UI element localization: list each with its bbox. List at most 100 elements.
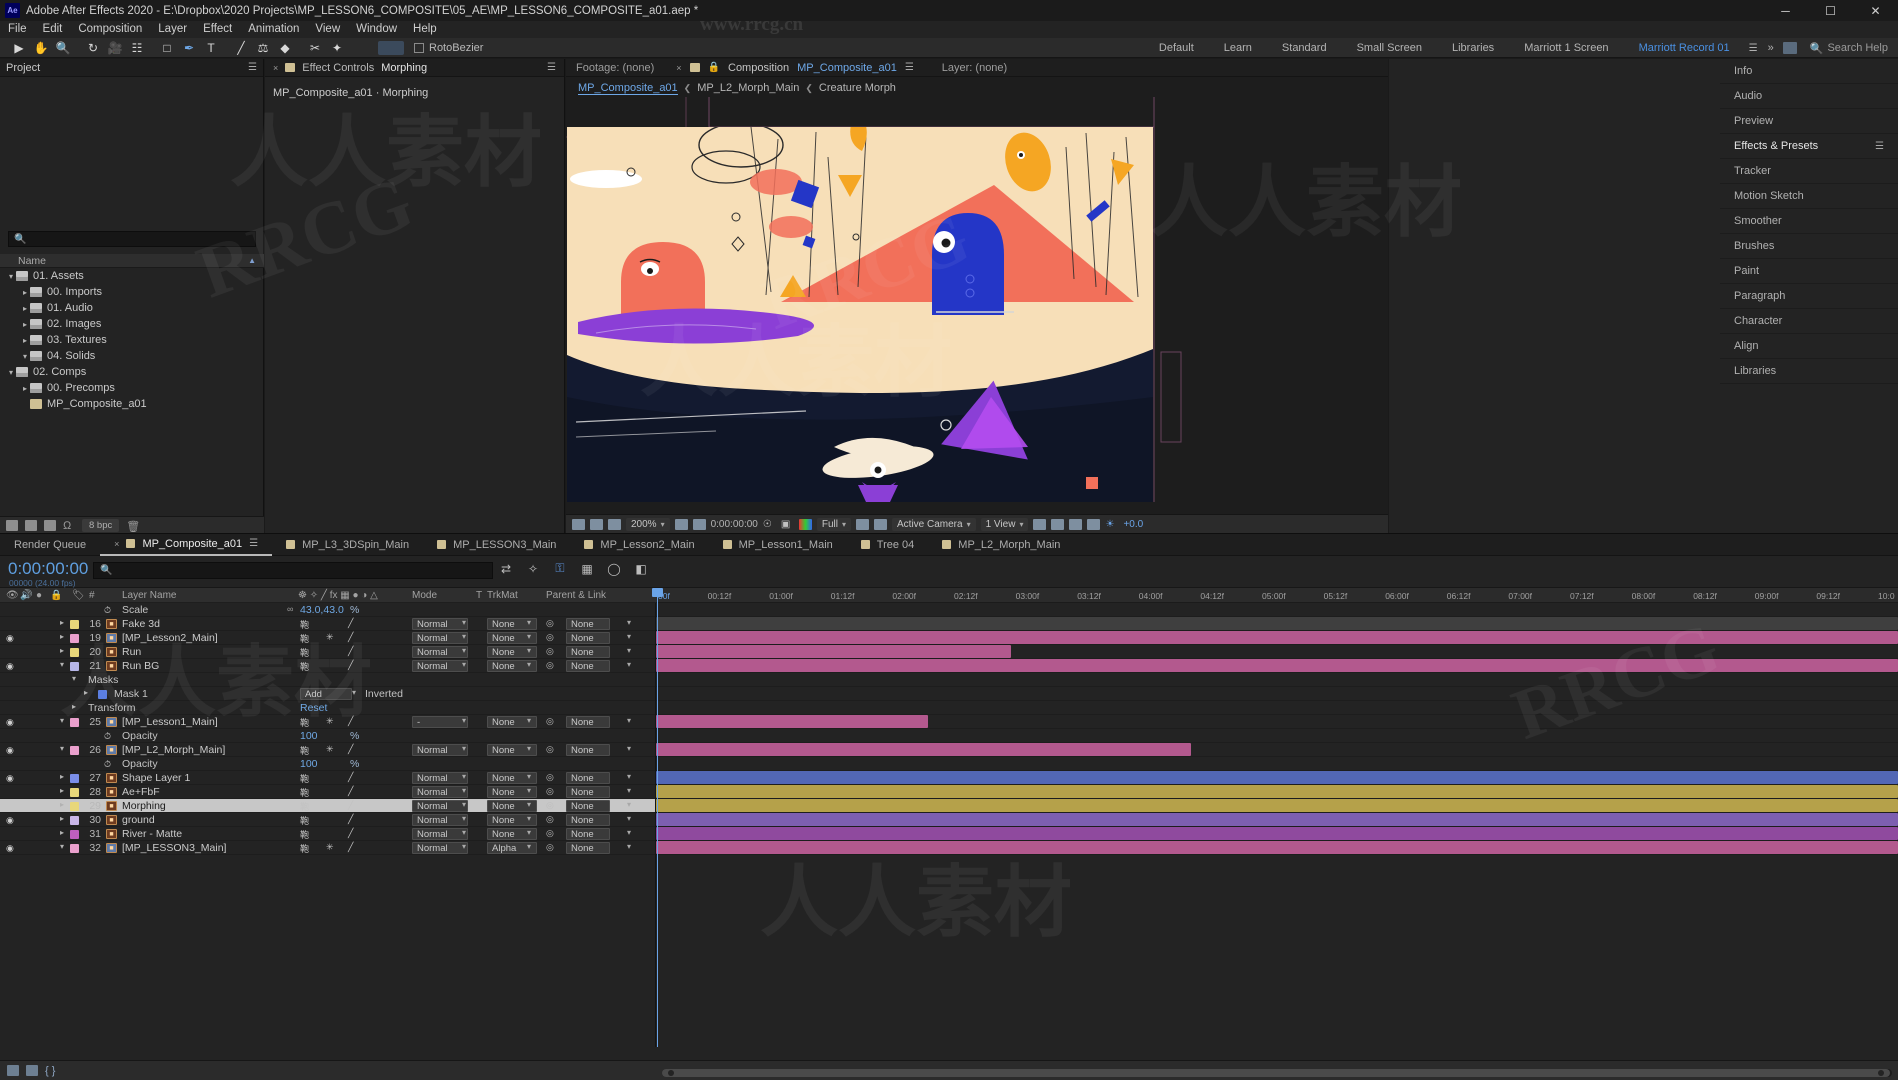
layer-tab-label[interactable]: Layer: (none) xyxy=(942,62,1007,74)
track-row[interactable] xyxy=(656,603,1898,617)
twirly-closed-icon[interactable]: ▸ xyxy=(20,384,30,393)
pen-tool-icon[interactable]: ✒ xyxy=(178,39,200,57)
puppet-tool-icon[interactable]: ✦ xyxy=(326,39,348,57)
property-row[interactable]: ⏱ Opacity 100% xyxy=(0,729,655,743)
breadcrumb-item-2[interactable]: Creature Morph xyxy=(819,82,896,94)
property-value[interactable]: 100 xyxy=(300,758,318,770)
layer-mode-select[interactable]: Normal xyxy=(412,772,468,784)
twirly-closed-icon[interactable]: ▸ xyxy=(60,772,64,781)
timeline-track-area[interactable] xyxy=(656,603,1898,1047)
pan-behind-tool-icon[interactable]: ☷ xyxy=(126,39,148,57)
channel-icon[interactable] xyxy=(798,518,812,530)
panel-menu-icon[interactable]: ☰ xyxy=(905,62,914,73)
project-item[interactable]: MP_Composite_a01 xyxy=(0,396,264,412)
project-item[interactable]: ▸ 02. Images xyxy=(0,316,264,332)
track-row[interactable] xyxy=(656,617,1898,631)
right-panel-paragraph[interactable]: Paragraph xyxy=(1720,284,1898,309)
track-row[interactable] xyxy=(656,827,1898,841)
parent-select[interactable]: None xyxy=(566,646,610,658)
parent-select[interactable]: None xyxy=(566,828,610,840)
fast-previews-icon[interactable] xyxy=(1051,518,1065,530)
table-row[interactable]: ◉ ▸ 30 ■ ground 鞄 ╱ Normal ▾ None ▾ ◎ None ▾ xyxy=(0,813,655,827)
timeline-tab-mp-composite-a01[interactable]: × MP_Composite_a01 ☰ xyxy=(100,534,273,556)
workspace-standard[interactable]: Standard xyxy=(1267,42,1342,54)
toggle-view-masks-icon[interactable] xyxy=(608,518,621,530)
twirly-closed-icon[interactable]: ▸ xyxy=(60,786,64,795)
property-value[interactable]: 43.0,43.0 xyxy=(300,604,344,616)
parent-select[interactable]: None xyxy=(566,800,610,812)
toggle-transparency-grid-icon[interactable] xyxy=(590,518,603,530)
region-of-interest-icon[interactable] xyxy=(674,518,688,530)
bit-depth-label[interactable]: 8 bpc xyxy=(82,518,120,532)
right-panel-libraries[interactable]: Libraries xyxy=(1720,359,1898,384)
menu-item-animation[interactable]: Animation xyxy=(240,21,307,38)
panel-menu-icon[interactable]: ☰ xyxy=(249,538,258,549)
twirly-closed-icon[interactable]: ▸ xyxy=(60,814,64,823)
footage-tab-label[interactable]: Footage: (none) xyxy=(576,62,654,74)
table-row[interactable]: ▸ 31 ■ River - Matte 鞄 ╱ Normal ▾ None ▾ ◎ None ▾ xyxy=(0,827,655,841)
track-row[interactable] xyxy=(656,701,1898,715)
panel-menu-icon[interactable]: ☰ xyxy=(1875,141,1884,152)
table-row[interactable]: ◉ ▾ 25 ■ [MP_Lesson1_Main] 鞄 ✳ ╱ - ▾ None ▾ ◎ None ▾ xyxy=(0,715,655,729)
parent-select[interactable]: None xyxy=(566,842,610,854)
eraser-tool-icon[interactable]: ◆ xyxy=(274,39,296,57)
twirly-closed-icon[interactable]: ▸ xyxy=(60,646,64,655)
mask-mode-select[interactable]: Add xyxy=(300,688,352,700)
toggle-mask-icon[interactable] xyxy=(572,518,585,530)
layer-mode-select[interactable]: Normal xyxy=(412,842,468,854)
menu-item-help[interactable]: Help xyxy=(405,21,445,38)
track-row[interactable] xyxy=(656,771,1898,785)
twirly-closed-icon[interactable]: ▸ xyxy=(20,336,30,345)
resolution-select[interactable]: Full xyxy=(816,517,851,531)
snapshot-icon[interactable]: ☉ xyxy=(763,519,776,530)
playhead-handle[interactable] xyxy=(652,588,663,597)
scrollbar-grip-right[interactable] xyxy=(1878,1070,1884,1076)
panel-menu-icon[interactable]: ☰ xyxy=(547,62,556,73)
right-panel-effects-presets[interactable]: Effects & Presets ☰ xyxy=(1720,134,1898,159)
twirly-open-icon[interactable]: ▾ xyxy=(60,660,64,669)
timeline-horizontal-scrollbar[interactable] xyxy=(662,1069,1892,1077)
layer-duration-bar[interactable] xyxy=(656,841,1898,854)
timeline-tab-render-queue[interactable]: Render Queue xyxy=(0,534,100,556)
panel-menu-icon[interactable]: ☰ xyxy=(248,62,257,73)
track-row[interactable] xyxy=(656,757,1898,771)
close-icon[interactable]: × xyxy=(676,63,681,73)
layer-mode-select[interactable]: Normal xyxy=(412,632,468,644)
frame-blending-icon[interactable]: ▦ xyxy=(579,561,595,576)
views-select[interactable]: 1 View xyxy=(980,517,1029,531)
text-tool-icon[interactable]: T xyxy=(200,39,222,57)
screen-icon[interactable] xyxy=(1782,42,1797,54)
parent-select[interactable]: None xyxy=(566,716,610,728)
track-row[interactable] xyxy=(656,715,1898,729)
timeline-tab-mp-l2-morph-main[interactable]: MP_L2_Morph_Main xyxy=(928,534,1074,556)
brush-tool-icon[interactable]: ╱ xyxy=(230,39,252,57)
right-panel-character[interactable]: Character xyxy=(1720,309,1898,334)
right-panel-audio[interactable]: Audio xyxy=(1720,84,1898,109)
project-panel-tab[interactable]: Project ☰ xyxy=(0,59,263,77)
comp-renderer-icon[interactable] xyxy=(26,1065,38,1076)
timeline-tab-mp-lesson3-main[interactable]: MP_LESSON3_Main xyxy=(423,534,570,556)
menu-item-file[interactable]: File xyxy=(0,21,35,38)
table-row[interactable]: ▸ 16 ■ Fake 3d 鞄 ╱ Normal ▾ None ▾ ◎ None ▾ xyxy=(0,617,655,631)
layer-mode-select[interactable]: Normal xyxy=(412,800,468,812)
workspace-learn[interactable]: Learn xyxy=(1209,42,1267,54)
layer-mode-select[interactable]: Normal xyxy=(412,828,468,840)
scrollbar-grip-left[interactable] xyxy=(668,1070,674,1076)
twirly-closed-icon[interactable]: ▸ xyxy=(60,800,64,809)
layer-duration-bar[interactable] xyxy=(656,617,1898,630)
show-snapshot-icon[interactable]: ▣ xyxy=(781,519,794,530)
menu-item-effect[interactable]: Effect xyxy=(195,21,240,38)
graph-editor-icon[interactable]: ◧ xyxy=(633,561,649,576)
sort-arrow-icon[interactable]: ▲ xyxy=(248,256,256,265)
timeline-tab-tree-04[interactable]: Tree 04 xyxy=(847,534,929,556)
workspace-marriott-record-01[interactable]: Marriott Record 01 xyxy=(1624,42,1745,54)
delete-icon[interactable]: 🗑 xyxy=(126,520,140,533)
project-settings-icon[interactable]: Ω xyxy=(63,520,75,532)
transform-group-row[interactable]: ▸ Transform Reset xyxy=(0,701,655,715)
right-panel-align[interactable]: Align xyxy=(1720,334,1898,359)
close-icon[interactable]: × xyxy=(114,539,119,549)
hide-shy-layers-icon[interactable]: ⚿ xyxy=(552,561,568,576)
timeline-icon[interactable] xyxy=(1069,518,1083,530)
parent-select[interactable]: None xyxy=(566,772,610,784)
track-row[interactable] xyxy=(656,841,1898,855)
